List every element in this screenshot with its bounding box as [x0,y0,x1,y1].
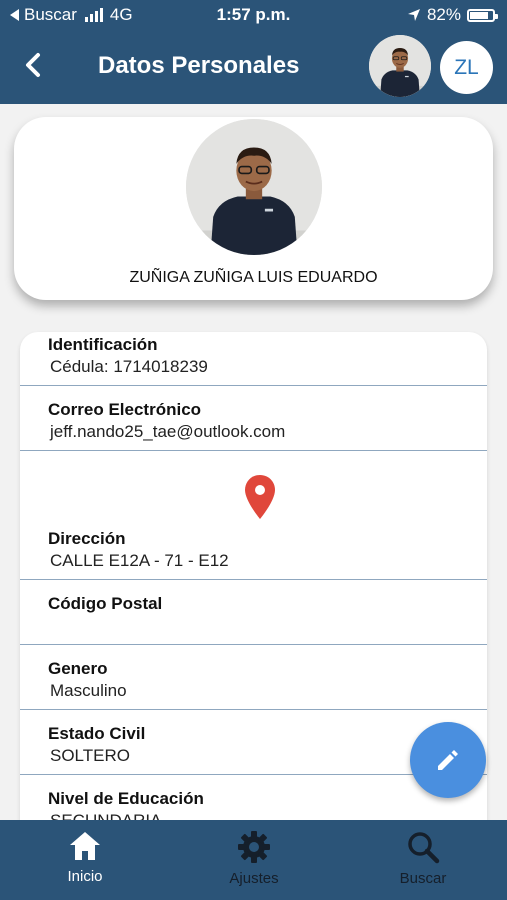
field-label: Genero [48,659,108,678]
nav-ajustes[interactable]: Ajustes [194,830,314,887]
status-bar: Buscar 4G 1:57 p.m. 82% [0,0,507,30]
nav-buscar[interactable]: Buscar [363,830,483,887]
search-icon [408,832,440,864]
field-codigo-postal: Código Postal [20,581,487,645]
profile-card: ZUÑIGA ZUÑIGA LUIS EDUARDO [14,117,493,300]
initials-avatar[interactable]: ZL [440,41,493,94]
field-correo: Correo Electrónico jeff.nando25_tae@outl… [20,387,487,451]
field-label: Nivel de Educación [48,789,204,808]
nav-inicio[interactable]: Inicio [25,830,145,885]
person-photo-icon [369,35,431,97]
profile-name: ZUÑIGA ZUÑIGA LUIS EDUARDO [129,269,378,286]
field-value: jeff.nando25_tae@outlook.com [50,422,286,441]
back-chevron-icon[interactable] [18,48,48,82]
map-pin-icon[interactable] [243,474,277,520]
battery-icon [467,8,498,22]
field-direccion[interactable]: Dirección CALLE E12A - 71 - E12 [20,452,487,580]
nav-label: Buscar [399,870,447,887]
field-genero: Genero Masculino [20,646,487,710]
edit-button[interactable] [410,722,486,798]
field-label: Estado Civil [48,724,146,743]
field-value: SOLTERO [50,746,130,765]
field-value: Cédula: 1714018239 [50,357,208,376]
status-right: 82% [407,5,498,25]
profile-photo [186,119,322,255]
nav-label: Ajustes [229,870,279,887]
person-photo-icon [186,119,322,255]
field-identificacion: Identificación Cédula: 1714018239 [20,332,487,386]
field-value: CALLE E12A - 71 - E12 [50,551,229,570]
field-value: Masculino [50,681,127,700]
nav-label: Inicio [67,868,103,885]
field-label: Identificación [48,335,158,354]
location-arrow-icon [407,9,420,21]
field-label: Dirección [48,529,126,548]
home-icon [70,832,100,860]
battery-percent: 82% [426,5,461,24]
pencil-icon [438,750,458,770]
app-bar: Datos Personales ZL [0,30,507,104]
page-title: Datos Personales [98,52,300,79]
gear-icon [238,831,270,863]
field-label: Correo Electrónico [48,400,202,419]
bottom-nav: Inicio Ajustes Buscar [0,820,507,900]
avatar-photo[interactable] [369,35,431,97]
battery-level-fill [470,11,489,19]
field-label: Código Postal [48,594,163,613]
